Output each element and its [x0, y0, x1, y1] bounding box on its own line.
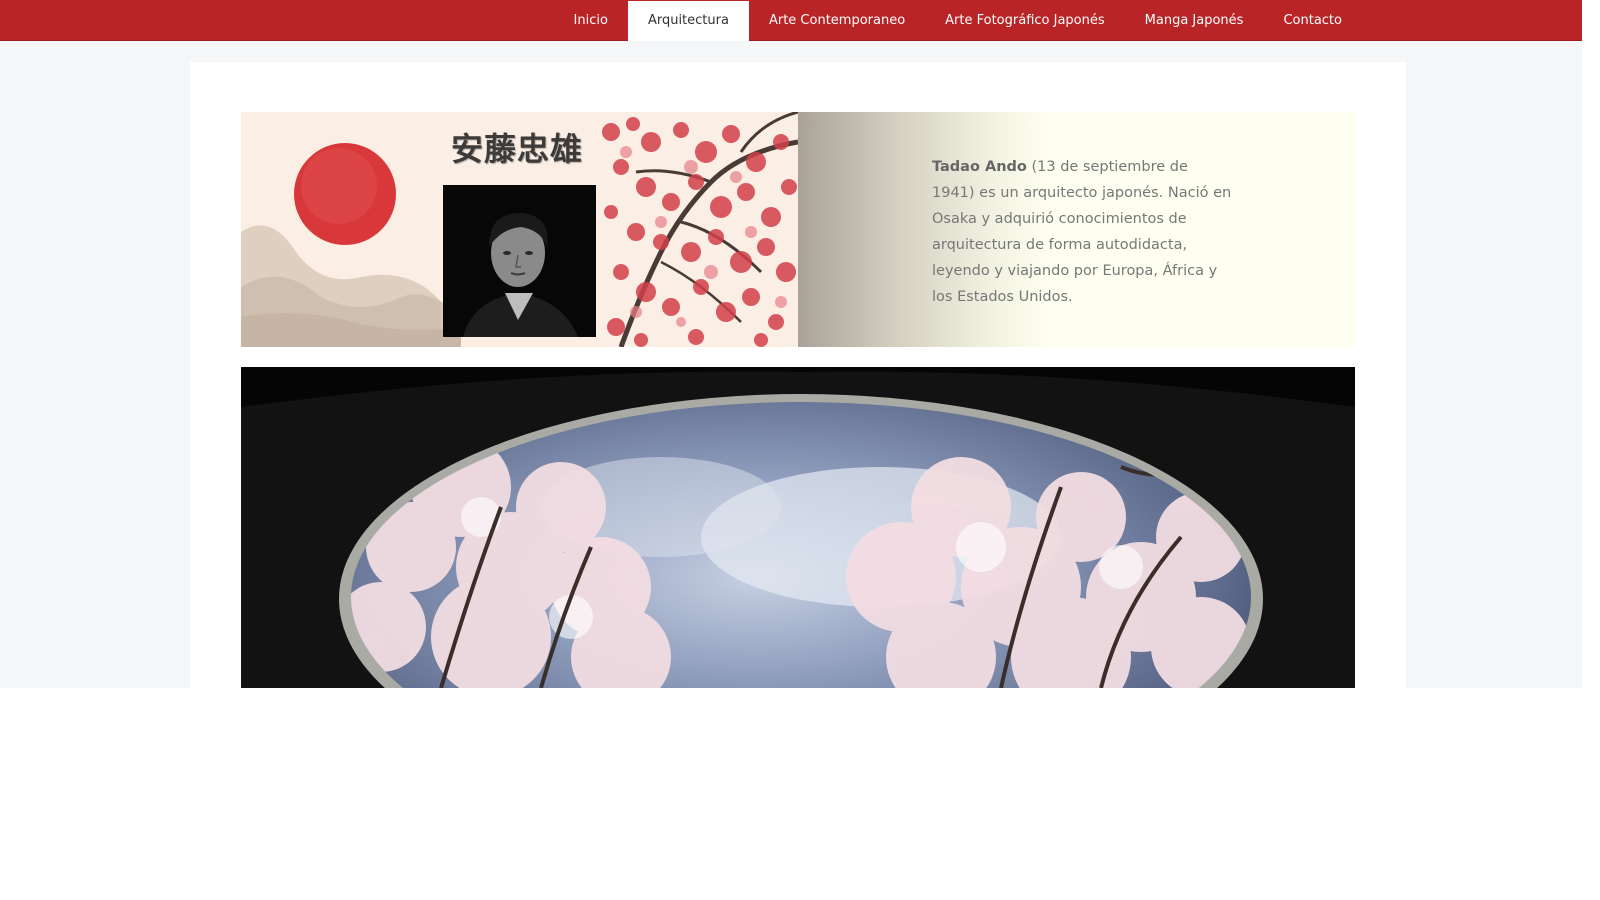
portrait-person-icon [443, 185, 596, 337]
bio-description: (13 de septiembre de 1941) es un arquite… [932, 159, 1232, 305]
nav-item-arte-fotografico[interactable]: Arte Fotográfico Japonés [925, 0, 1125, 41]
kanji-name: 安藤忠雄 [451, 130, 584, 168]
nav-item-arquitectura[interactable]: Arquitectura [627, 1, 749, 41]
nav-item-contacto[interactable]: Contacto [1263, 0, 1362, 41]
nav-item-inicio[interactable]: Inicio [554, 0, 628, 41]
nav-item-arte-contemporaneo[interactable]: Arte Contemporaneo [749, 0, 925, 41]
banner-artwork: 安藤忠雄 [241, 112, 798, 347]
cherry-blossom-skylight-icon [241, 367, 1355, 688]
nav-item-manga[interactable]: Manga Japonés [1125, 0, 1264, 41]
hero-photo [241, 367, 1355, 688]
header-banner: 安藤忠雄 Tadao Ando (13 de septiembre de 194… [241, 112, 1355, 347]
nav-menu: Inicio Arquitectura Arte Contemporaneo A… [554, 0, 1362, 41]
top-navigation: Inicio Arquitectura Arte Contemporaneo A… [0, 0, 1582, 41]
biography-text: Tadao Ando (13 de septiembre de 1941) es… [932, 154, 1232, 310]
portrait-photo [443, 185, 596, 337]
main-content: 安藤忠雄 Tadao Ando (13 de septiembre de 194… [190, 62, 1406, 688]
bio-name: Tadao Ando [932, 159, 1027, 175]
